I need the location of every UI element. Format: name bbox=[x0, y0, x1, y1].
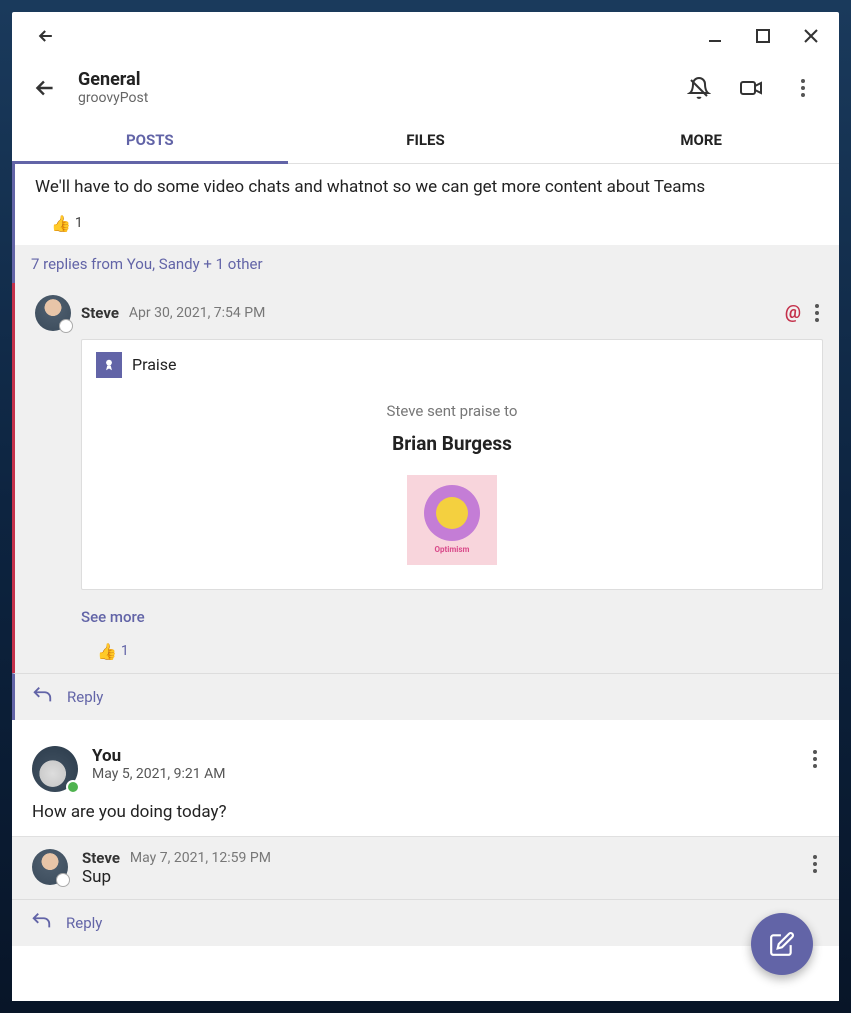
more-options-icon[interactable] bbox=[787, 72, 819, 104]
reply-bar: Reply bbox=[12, 673, 839, 720]
presence-online-icon bbox=[66, 780, 80, 794]
mention-icon: @ bbox=[785, 302, 801, 323]
avatar[interactable] bbox=[35, 295, 71, 331]
presence-offline-icon bbox=[56, 873, 70, 887]
reply-message[interactable]: Steve May 7, 2021, 12:59 PM Sup bbox=[12, 836, 839, 899]
tabs: POSTS FILES MORE bbox=[12, 116, 839, 164]
back-button[interactable] bbox=[32, 75, 58, 101]
message-text: Sup bbox=[82, 867, 821, 887]
reaction-count: 1 bbox=[75, 215, 83, 231]
reply-bar: Reply bbox=[12, 899, 839, 946]
tab-more[interactable]: MORE bbox=[563, 116, 839, 163]
reply-button[interactable]: Reply bbox=[66, 914, 102, 932]
tab-files[interactable]: FILES bbox=[288, 116, 564, 163]
praise-card: Praise Steve sent praise to Brian Burges… bbox=[81, 339, 823, 590]
see-more-link[interactable]: See more bbox=[81, 608, 823, 626]
message-more-icon[interactable] bbox=[811, 300, 823, 326]
avatar[interactable] bbox=[32, 849, 68, 885]
channel-title: General bbox=[78, 69, 683, 91]
thumbs-up-icon: 👍 bbox=[51, 214, 71, 233]
app-window: General groovyPost POSTS FILES MORE We'l… bbox=[12, 12, 839, 1001]
author-name: You bbox=[92, 746, 795, 766]
message-text: How are you doing today? bbox=[32, 802, 821, 822]
message-more-icon[interactable] bbox=[809, 851, 821, 877]
reply-arrow-icon bbox=[30, 910, 52, 936]
praise-sent-text: Steve sent praise to bbox=[96, 402, 808, 420]
sticker-label: Optimism bbox=[435, 545, 470, 554]
praise-label: Praise bbox=[132, 355, 177, 374]
tab-posts[interactable]: POSTS bbox=[12, 116, 288, 163]
compose-button[interactable] bbox=[751, 913, 813, 975]
presence-offline-icon bbox=[59, 319, 73, 333]
message-more-icon[interactable] bbox=[809, 746, 821, 772]
thumbs-up-icon: 👍 bbox=[97, 642, 117, 661]
channel-header: General groovyPost bbox=[12, 60, 839, 116]
replies-summary[interactable]: 7 replies from You, Sandy + 1 other bbox=[12, 245, 839, 283]
reply-message[interactable]: Steve Apr 30, 2021, 7:54 PM @ Praise Ste… bbox=[12, 283, 839, 673]
author-name: Steve bbox=[81, 304, 119, 322]
nav-back-button[interactable] bbox=[32, 22, 60, 50]
praise-recipient: Brian Burgess bbox=[96, 432, 808, 455]
praise-sticker: Optimism bbox=[407, 475, 497, 565]
team-name: groovyPost bbox=[78, 90, 683, 107]
maximize-button[interactable] bbox=[749, 22, 777, 50]
close-button[interactable] bbox=[797, 22, 825, 50]
title-bar bbox=[12, 12, 839, 60]
video-call-icon[interactable] bbox=[735, 72, 767, 104]
reply-button[interactable]: Reply bbox=[67, 688, 103, 706]
author-name: Steve bbox=[82, 849, 120, 867]
sticker-sun-icon bbox=[424, 485, 480, 541]
thread-message[interactable]: We'll have to do some video chats and wh… bbox=[12, 164, 839, 245]
minimize-button[interactable] bbox=[701, 22, 729, 50]
reactions-bar[interactable]: 👍 1 bbox=[97, 642, 823, 661]
message-text: We'll have to do some video chats and wh… bbox=[35, 176, 823, 200]
content-area: We'll have to do some video chats and wh… bbox=[12, 164, 839, 1001]
praise-badge-icon bbox=[96, 352, 122, 378]
notifications-icon[interactable] bbox=[683, 72, 715, 104]
thread-message[interactable]: You May 5, 2021, 9:21 AM How are you doi… bbox=[12, 732, 839, 836]
timestamp: May 7, 2021, 12:59 PM bbox=[130, 850, 271, 866]
timestamp: May 5, 2021, 9:21 AM bbox=[92, 766, 795, 782]
avatar[interactable] bbox=[32, 746, 78, 792]
reactions-bar[interactable]: 👍 1 bbox=[51, 214, 823, 233]
timestamp: Apr 30, 2021, 7:54 PM bbox=[129, 305, 265, 321]
reaction-count: 1 bbox=[121, 643, 129, 659]
reply-arrow-icon bbox=[31, 684, 53, 710]
